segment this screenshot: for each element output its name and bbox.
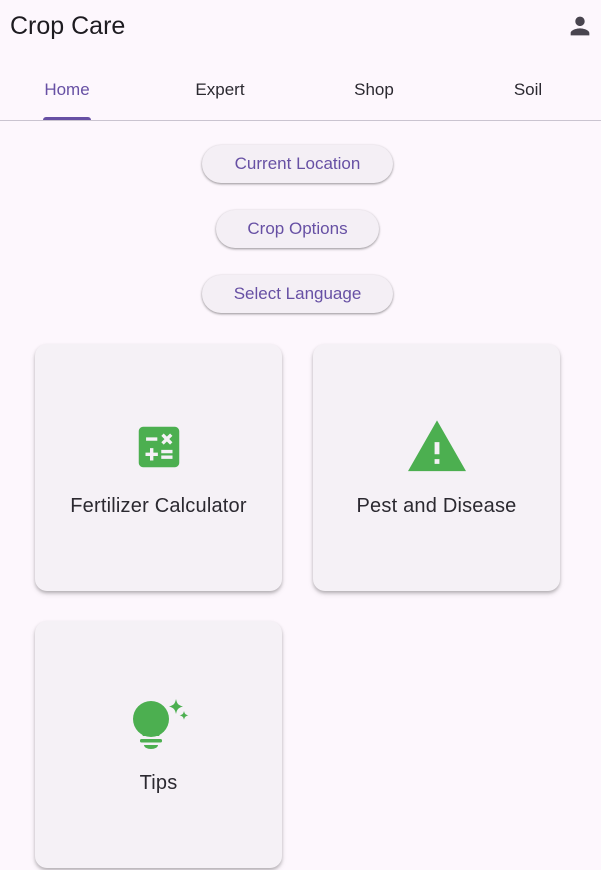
card-label: Tips <box>139 772 178 794</box>
app-title: Crop Care <box>10 12 126 40</box>
tips-card[interactable]: Tips <box>35 621 282 868</box>
select-language-button[interactable]: Select Language <box>202 275 393 313</box>
tab-expert[interactable]: Expert <box>145 60 295 120</box>
tab-soil[interactable]: Soil <box>453 60 601 120</box>
calculator-icon <box>35 420 282 474</box>
pest-and-disease-card[interactable]: Pest and Disease <box>313 344 560 591</box>
lightbulb-icon <box>35 697 282 751</box>
tab-home[interactable]: Home <box>0 60 142 120</box>
current-location-button[interactable]: Current Location <box>202 145 393 183</box>
account-button[interactable] <box>566 12 594 40</box>
crop-options-button[interactable]: Crop Options <box>216 210 379 248</box>
app-bar: Crop Care <box>0 0 601 52</box>
warning-icon <box>313 420 560 474</box>
tab-shop[interactable]: Shop <box>299 60 449 120</box>
tab-bar: Home Expert Shop Soil <box>0 60 601 121</box>
person-icon <box>570 16 590 36</box>
tab-indicator <box>43 117 91 120</box>
card-label: Fertilizer Calculator <box>70 495 247 517</box>
card-label: Pest and Disease <box>356 495 517 517</box>
fertilizer-calculator-card[interactable]: Fertilizer Calculator <box>35 344 282 591</box>
